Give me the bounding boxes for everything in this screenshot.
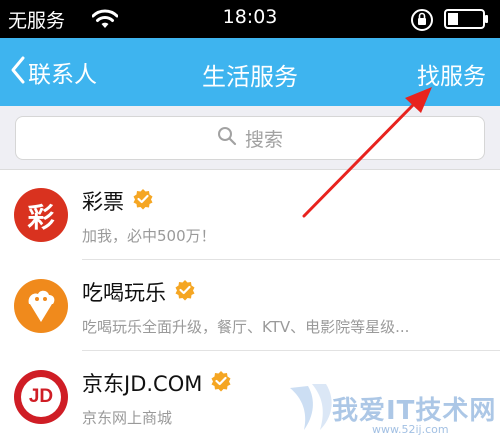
search-placeholder: 搜索 bbox=[244, 128, 283, 151]
service-name: 京东JD.COM bbox=[82, 368, 232, 398]
lottery-avatar-text: 彩 bbox=[27, 202, 55, 234]
lottery-avatar: 彩 bbox=[14, 188, 68, 242]
chevron-left-icon bbox=[10, 55, 26, 89]
battery-icon bbox=[444, 8, 490, 34]
service-name: 彩票 bbox=[82, 186, 154, 216]
jd-avatar-text: JD bbox=[21, 377, 61, 417]
service-description: 京东网上商城 bbox=[82, 409, 173, 427]
list-item-jd[interactable]: JD 京东JD.COM 京东网上商城 bbox=[0, 352, 500, 442]
verified-badge-icon bbox=[210, 370, 232, 397]
verified-badge-icon bbox=[132, 188, 154, 215]
search-input[interactable]: 搜索 bbox=[15, 116, 485, 160]
search-area: 搜索 bbox=[0, 106, 500, 170]
service-name: 吃喝玩乐 bbox=[82, 277, 196, 307]
find-service-button[interactable]: 找服务 bbox=[417, 57, 486, 91]
divider bbox=[82, 350, 500, 351]
service-name-text: 吃喝玩乐 bbox=[82, 281, 166, 305]
verified-badge-icon bbox=[174, 279, 196, 306]
navigation-bar: 联系人 生活服务 找服务 bbox=[0, 38, 500, 106]
service-description: 加我，必中500万！ bbox=[82, 227, 216, 245]
jd-avatar: JD bbox=[14, 370, 68, 424]
list-item-lottery[interactable]: 彩 彩票 加我，必中500万！ bbox=[0, 170, 500, 260]
search-icon bbox=[217, 126, 245, 151]
service-name-text: 彩票 bbox=[82, 190, 124, 214]
divider bbox=[82, 259, 500, 260]
back-button[interactable]: 联系人 bbox=[10, 55, 97, 89]
service-name-text: 京东JD.COM bbox=[82, 372, 203, 396]
list-item-food-fun[interactable]: 吃喝玩乐 吃喝玩乐全面升级，餐厅、KTV、电影院等星级... bbox=[0, 261, 500, 351]
service-description: 吃喝玩乐全面升级，餐厅、KTV、电影院等星级... bbox=[82, 318, 410, 336]
ice-cream-icon bbox=[14, 279, 68, 333]
rotation-lock-icon bbox=[410, 8, 434, 36]
status-bar: 无服务 18:03 bbox=[0, 0, 500, 38]
back-label: 联系人 bbox=[28, 62, 97, 88]
